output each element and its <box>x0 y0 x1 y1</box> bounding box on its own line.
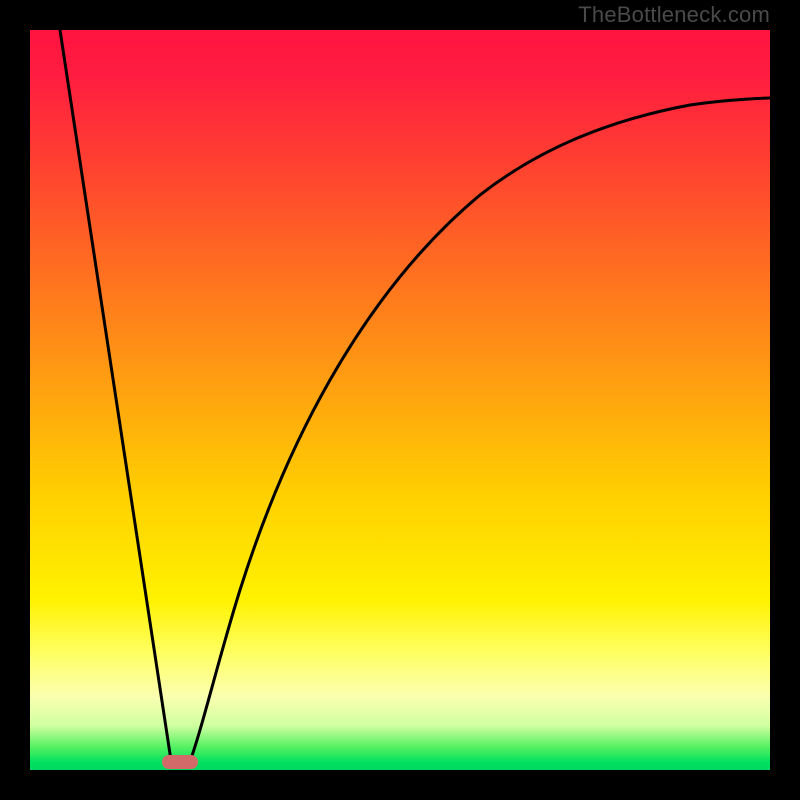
valley-marker <box>162 755 198 769</box>
watermark-text: TheBottleneck.com <box>578 2 770 28</box>
bottleneck-curve <box>30 30 770 770</box>
chart-frame: TheBottleneck.com <box>0 0 800 800</box>
curve-right-segment <box>188 98 770 767</box>
plot-area <box>30 30 770 770</box>
curve-left-segment <box>60 30 172 767</box>
